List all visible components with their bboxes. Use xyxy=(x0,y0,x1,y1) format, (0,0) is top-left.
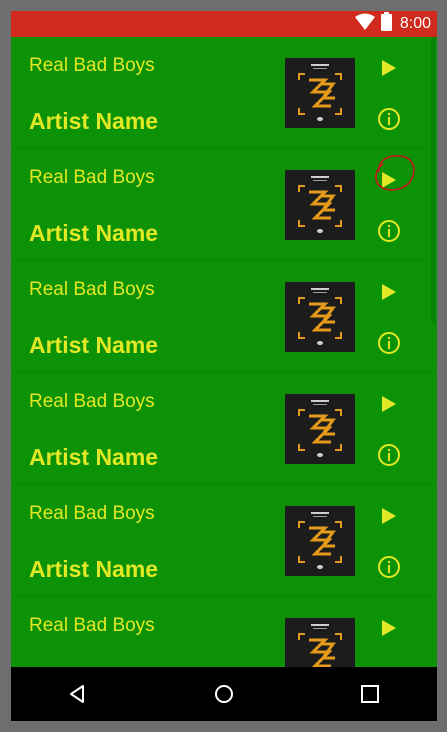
play-button[interactable] xyxy=(374,389,404,419)
recents-icon[interactable] xyxy=(355,679,385,709)
play-button[interactable] xyxy=(374,165,404,195)
song-title: Real Bad Boys xyxy=(29,167,155,188)
artist-name: Artist Name xyxy=(29,220,159,246)
info-button[interactable] xyxy=(374,104,404,134)
play-button[interactable] xyxy=(374,277,404,307)
list-item[interactable]: Real Bad Boys Artist Name xyxy=(11,261,437,373)
wifi-icon xyxy=(354,13,375,36)
album-cover xyxy=(285,170,355,240)
status-icons: 8:00 xyxy=(354,11,431,37)
artist-name: Artist Name xyxy=(29,556,159,582)
song-title: Real Bad Boys xyxy=(29,503,155,524)
artist-name: Artist Name xyxy=(29,108,159,134)
play-icon xyxy=(382,172,396,188)
info-button[interactable] xyxy=(374,328,404,358)
play-button[interactable] xyxy=(374,501,404,531)
song-title: Real Bad Boys xyxy=(29,55,155,76)
album-cover xyxy=(285,282,355,352)
info-icon xyxy=(378,556,400,578)
album-cover xyxy=(285,394,355,464)
song-title: Real Bad Boys xyxy=(29,391,155,412)
song-list[interactable]: Real Bad Boys Artist Name Real Bad Boys Art… xyxy=(11,37,437,667)
album-cover xyxy=(285,58,355,128)
info-icon xyxy=(378,332,400,354)
list-item[interactable]: Real Bad Boys Artist Name xyxy=(11,373,437,485)
list-item[interactable]: Real Bad BoysArtist Name xyxy=(11,597,437,667)
artist-name: Artist Name xyxy=(29,332,159,358)
info-button[interactable] xyxy=(374,216,404,246)
play-icon xyxy=(382,508,396,524)
play-button[interactable] xyxy=(374,53,404,83)
navigation-bar xyxy=(11,667,437,721)
device-frame: 8:00 Real Bad Boys Artist Name Real Bad Bo… xyxy=(0,0,447,732)
status-bar: 8:00 xyxy=(11,11,437,37)
play-icon xyxy=(382,396,396,412)
list-item[interactable]: Real Bad Boys Artist Name xyxy=(11,37,437,149)
back-icon[interactable] xyxy=(62,679,92,709)
info-button[interactable] xyxy=(374,440,404,470)
song-title: Real Bad Boys xyxy=(29,279,155,300)
status-time: 8:00 xyxy=(399,15,431,32)
play-icon xyxy=(382,60,396,76)
info-icon xyxy=(378,444,400,466)
phone-screen: 8:00 Real Bad Boys Artist Name Real Bad Bo… xyxy=(11,11,437,721)
list-item[interactable]: Real Bad Boys Artist Name xyxy=(11,485,437,597)
play-icon xyxy=(382,284,396,300)
list-item[interactable]: Real Bad Boys Artist Name xyxy=(11,149,437,261)
play-icon xyxy=(382,620,396,636)
battery-icon xyxy=(380,12,392,36)
song-title: Real Bad Boys xyxy=(29,615,155,636)
album-cover xyxy=(285,618,355,667)
info-icon xyxy=(378,220,400,242)
album-cover xyxy=(285,506,355,576)
home-icon[interactable] xyxy=(209,679,239,709)
artist-name: Artist Name xyxy=(29,444,159,470)
info-button[interactable] xyxy=(374,552,404,582)
info-icon xyxy=(378,108,400,130)
play-button[interactable] xyxy=(374,613,404,643)
